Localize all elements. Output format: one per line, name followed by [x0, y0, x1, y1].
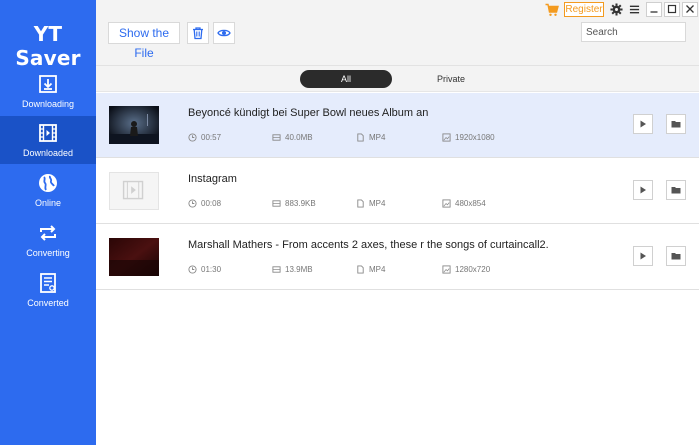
- register-button[interactable]: Register: [564, 2, 604, 17]
- trash-icon: [193, 27, 203, 40]
- format-text: MP4: [369, 133, 386, 142]
- video-title: Marshall Mathers - From accents 2 axes, …: [188, 239, 549, 251]
- close-button[interactable]: [682, 2, 698, 17]
- sidebar-item-label: Downloading: [21, 99, 75, 109]
- size-text: 883.9KB: [285, 199, 316, 208]
- tab-private[interactable]: Private: [416, 70, 486, 88]
- video-thumbnail: [109, 238, 159, 276]
- size-text: 40.0MB: [285, 133, 313, 142]
- video-duration: 00:57: [188, 133, 221, 142]
- sidebar-item-converting[interactable]: Converting: [0, 216, 96, 264]
- play-icon: [640, 120, 646, 128]
- delete-button[interactable]: [187, 22, 209, 44]
- folder-icon: [671, 121, 681, 128]
- document-icon: [40, 273, 56, 293]
- resolution-text: 480x854: [455, 199, 486, 208]
- video-placeholder-icon: [122, 180, 144, 200]
- image-icon: [442, 133, 451, 142]
- folder-icon: [671, 187, 681, 194]
- storage-icon: [272, 200, 281, 207]
- file-icon: [357, 199, 364, 208]
- resolution-text: 1920x1080: [455, 133, 495, 142]
- video-resolution: 1280x720: [442, 265, 490, 274]
- file-icon: [357, 265, 364, 274]
- video-title: Instagram: [188, 173, 237, 185]
- play-icon: [640, 252, 646, 260]
- storage-icon: [272, 266, 281, 273]
- video-title: Beyoncé kündigt bei Super Bowl neues Alb…: [188, 107, 429, 119]
- format-text: MP4: [369, 199, 386, 208]
- open-folder-button[interactable]: [666, 114, 686, 134]
- video-format: MP4: [356, 265, 385, 274]
- sidebar-item-label: Online: [34, 198, 61, 208]
- table-row[interactable]: Beyoncé kündigt bei Super Bowl neues Alb…: [96, 93, 699, 158]
- search-input[interactable]: [581, 22, 686, 42]
- video-size: 40.0MB: [272, 133, 313, 142]
- video-format: MP4: [356, 199, 385, 208]
- sidebar-item-label: Downloaded: [22, 148, 74, 158]
- clock-icon: [188, 265, 197, 274]
- maximize-icon: [667, 4, 677, 14]
- duration-text: 00:57: [201, 133, 222, 142]
- storage-icon: [272, 134, 281, 141]
- video-thumbnail: [109, 106, 159, 144]
- resolution-text: 1280x720: [455, 265, 491, 274]
- image-icon: [442, 199, 451, 208]
- file-icon: [357, 133, 364, 142]
- video-size: 883.9KB: [272, 199, 316, 208]
- close-icon: [686, 5, 694, 13]
- image-icon: [442, 265, 451, 274]
- convert-icon: [40, 225, 56, 241]
- table-row[interactable]: Instagram 00:08 883.9KB MP4 480x854: [96, 159, 699, 224]
- play-button[interactable]: [633, 180, 653, 200]
- minimize-button[interactable]: [646, 2, 662, 17]
- play-icon: [640, 186, 646, 194]
- open-folder-button[interactable]: [666, 180, 686, 200]
- video-size: 13.9MB: [272, 265, 313, 274]
- sidebar-item-converted[interactable]: Converted: [0, 266, 96, 314]
- maximize-button[interactable]: [664, 2, 680, 17]
- video-format: MP4: [356, 133, 385, 142]
- duration-text: 01:30: [201, 265, 222, 274]
- cart-icon[interactable]: [545, 3, 559, 17]
- app-title: YT Saver: [15, 22, 81, 70]
- table-row[interactable]: Marshall Mathers - From accents 2 axes, …: [96, 225, 699, 290]
- open-folder-button[interactable]: [666, 246, 686, 266]
- play-button[interactable]: [633, 114, 653, 134]
- video-thumbnail-image: [109, 238, 159, 276]
- view-button[interactable]: [213, 22, 235, 44]
- sidebar: YT Saver Downloading Downloaded Online C…: [0, 0, 96, 445]
- play-button[interactable]: [633, 246, 653, 266]
- gear-icon[interactable]: [610, 3, 623, 16]
- format-text: MP4: [369, 265, 386, 274]
- size-text: 13.9MB: [285, 265, 313, 274]
- video-thumbnail-image: [109, 106, 159, 144]
- sidebar-item-label: Converted: [27, 298, 69, 308]
- film-icon: [39, 124, 57, 142]
- clock-icon: [188, 199, 197, 208]
- minimize-icon: [650, 11, 658, 13]
- video-thumbnail: [109, 172, 159, 210]
- globe-icon: [39, 174, 57, 192]
- tab-all[interactable]: All: [300, 70, 392, 88]
- folder-icon: [671, 253, 681, 260]
- show-file-button[interactable]: Show the File: [108, 22, 180, 60]
- sidebar-item-downloading[interactable]: Downloading: [0, 67, 96, 115]
- toolbar: Show the File Register: [96, 0, 699, 66]
- video-duration: 01:30: [188, 265, 221, 274]
- menu-icon[interactable]: [629, 4, 640, 15]
- sidebar-item-downloaded[interactable]: Downloaded: [0, 116, 96, 164]
- eye-icon: [217, 29, 231, 37]
- video-resolution: 480x854: [442, 199, 486, 208]
- video-resolution: 1920x1080: [442, 133, 495, 142]
- duration-text: 00:08: [201, 199, 222, 208]
- sidebar-item-online[interactable]: Online: [0, 166, 96, 214]
- download-icon: [39, 75, 57, 93]
- video-duration: 00:08: [188, 199, 221, 208]
- sidebar-item-label: Converting: [26, 248, 70, 258]
- clock-icon: [188, 133, 197, 142]
- tab-bar: All Private: [96, 66, 699, 92]
